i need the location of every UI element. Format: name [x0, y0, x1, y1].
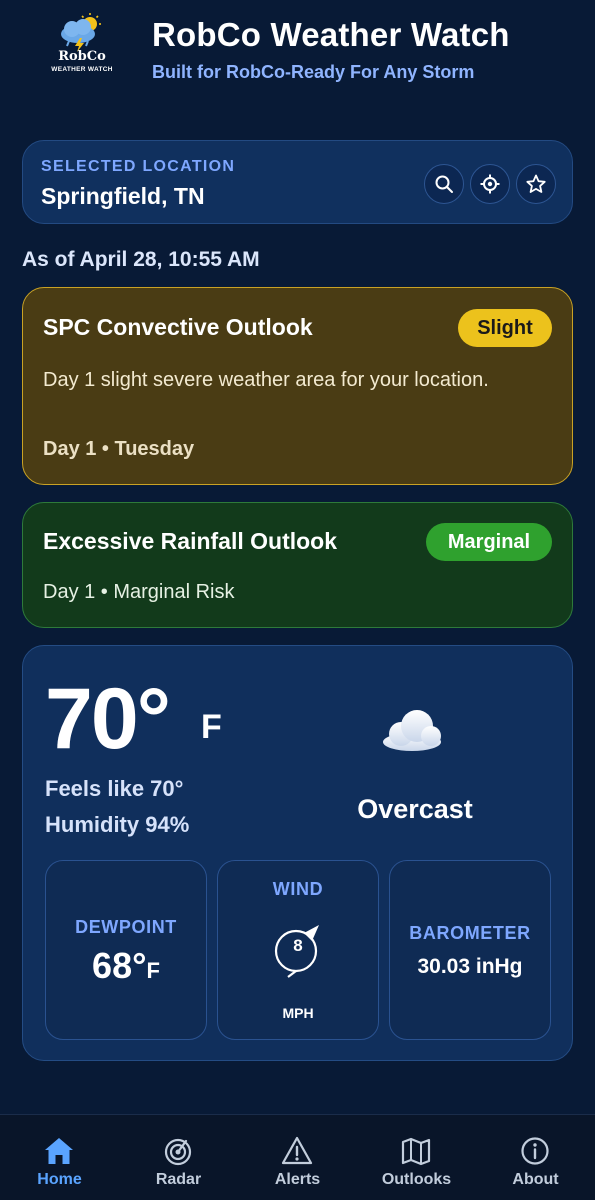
temperature-unit: F: [201, 708, 222, 746]
feels-like: Feels like 70°: [45, 776, 184, 801]
rainfall-outlook-card[interactable]: Excessive Rainfall Outlook Marginal Day …: [22, 502, 573, 628]
star-icon: [526, 174, 546, 193]
current-conditions-card: 70° F Feels like 70° Humidity 94% Overca…: [22, 645, 573, 1061]
logo-text: RobCo: [58, 49, 106, 64]
spc-outlook-description: Day 1 slight severe weather area for you…: [43, 369, 489, 391]
as-of-timestamp: As of April 28, 10:55 AM: [22, 248, 260, 271]
wind-speed: 8: [293, 936, 303, 955]
spc-risk-badge: Slight: [458, 309, 552, 347]
nav-outlooks[interactable]: Outlooks: [357, 1115, 476, 1200]
dewpoint-number: 68°: [92, 945, 147, 986]
nav-alerts[interactable]: Alerts: [238, 1115, 357, 1200]
location-name: Springfield, TN: [41, 183, 205, 209]
nav-home-label: Home: [37, 1171, 82, 1188]
search-icon: [435, 175, 453, 193]
info-icon: [521, 1137, 549, 1165]
wind-tile: WIND 8 MPH: [217, 860, 379, 1040]
condition-text: Overcast: [357, 794, 473, 824]
dewpoint-unit: F: [146, 958, 160, 983]
storm-cloud-icon: [61, 13, 101, 52]
logo-subtext: WEATHER WATCH: [51, 66, 113, 73]
current-temperature: 70°: [45, 671, 171, 767]
radar-icon: [164, 1138, 192, 1166]
nav-home[interactable]: Home: [0, 1115, 119, 1200]
location-label: SELECTED LOCATION: [41, 158, 236, 175]
nav-about[interactable]: About: [476, 1115, 595, 1200]
wind-unit: MPH: [282, 1005, 314, 1021]
cloud-icon: [383, 710, 441, 751]
app-title: RobCo Weather Watch: [152, 16, 510, 53]
home-icon: [45, 1138, 73, 1164]
dewpoint-value: 68°F: [46, 945, 206, 987]
barometer-tile: BAROMETER 30.03 inHg: [389, 860, 551, 1040]
nav-alerts-label: Alerts: [274, 1171, 321, 1188]
app-subtitle: Built for RobCo-Ready For Any Storm: [152, 62, 475, 82]
nav-about-label: About: [512, 1171, 559, 1188]
wind-label: WIND: [272, 879, 324, 899]
spc-outlook-day: Day 1 • Tuesday: [43, 438, 195, 460]
nav-radar[interactable]: Radar: [119, 1115, 238, 1200]
locate-icon: [480, 174, 500, 194]
rainfall-risk-badge: Marginal: [426, 523, 552, 561]
search-location-button[interactable]: [424, 164, 464, 204]
app-header: RobCo WEATHER WATCH RobCo Weather Watch …: [0, 0, 595, 120]
rainfall-outlook-title: Excessive Rainfall Outlook: [43, 528, 338, 554]
locate-me-button[interactable]: [470, 164, 510, 204]
dewpoint-tile: DEWPOINT 68°F: [45, 860, 207, 1040]
robco-logo: RobCo WEATHER WATCH: [42, 12, 122, 82]
location-card: SELECTED LOCATION Springfield, TN: [22, 140, 573, 224]
barometer-label: BAROMETER: [409, 923, 531, 943]
map-icon: [401, 1137, 431, 1166]
alert-icon: [281, 1136, 313, 1165]
dewpoint-label: DEWPOINT: [75, 917, 177, 937]
barometer-value: 30.03 inHg: [417, 955, 523, 978]
humidity: Humidity 94%: [45, 812, 190, 837]
spc-outlook-title: SPC Convective Outlook: [43, 314, 313, 340]
bottom-navigation: Home Radar Alerts Outlooks About: [0, 1114, 595, 1200]
spc-outlook-card[interactable]: SPC Convective Outlook Slight Day 1 slig…: [22, 287, 573, 485]
favorite-location-button[interactable]: [516, 164, 556, 204]
nav-outlooks-label: Outlooks: [381, 1171, 452, 1188]
nav-radar-label: Radar: [155, 1171, 202, 1188]
rainfall-outlook-day: Day 1 • Marginal Risk: [43, 581, 235, 603]
